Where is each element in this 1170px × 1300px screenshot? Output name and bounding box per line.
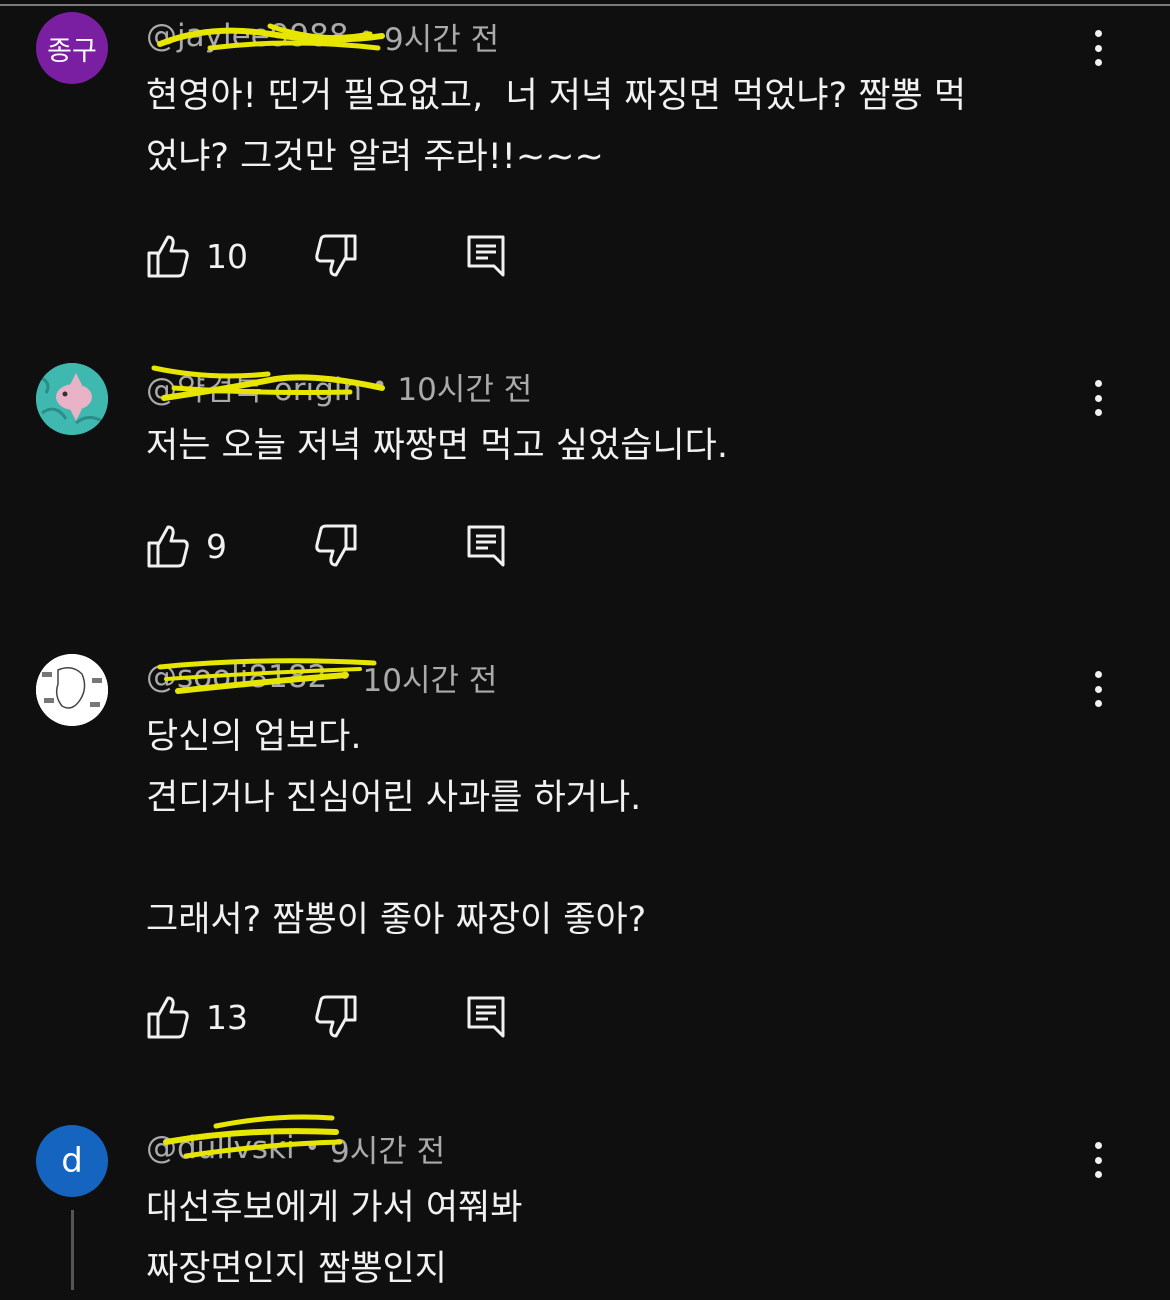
reply-button[interactable] (466, 231, 506, 281)
thumbs-up-icon (147, 235, 189, 278)
dislike-button[interactable] (314, 521, 358, 571)
avatar[interactable]: d (36, 1125, 108, 1197)
avatar[interactable] (36, 363, 108, 435)
author-handle[interactable]: @jaylee9988 (146, 18, 349, 54)
meta-separator: • (372, 371, 388, 401)
like-count: 13 (206, 997, 248, 1037)
reply-icon (467, 996, 505, 1038)
thumbs-up-icon (147, 525, 189, 568)
like-count: 10 (206, 236, 248, 276)
avatar-initials: 종구 (47, 35, 97, 67)
sunfish-avatar-image (36, 363, 108, 435)
comment-meta: @dullvski • 9시간 전 (146, 1126, 445, 1170)
thumbs-up-icon (147, 996, 189, 1039)
reply-button[interactable] (466, 992, 506, 1042)
comment-text: 당신의 업보다. 견디거나 진심어린 사과를 하거나. 그래서? 짬뽕이 좋아 … (146, 707, 1086, 951)
map-avatar-image (36, 654, 108, 726)
like-button[interactable]: 13 (146, 992, 248, 1042)
comment-line: 었냐? 그것만 알려 주라!!~~~ (146, 137, 604, 177)
comment-text: 저는 오늘 저녁 짜짱면 먹고 싶었습니다. (146, 416, 1086, 477)
comment-line: 그래서? 짬뽕이 좋아 짜장이 좋아? (146, 900, 647, 940)
comment-text: 현영아! 띤거 필요없고, 너 저녁 짜징면 먹었냐? 짬뽕 먹 었냐? 그것만… (146, 66, 1086, 188)
more-vert-icon[interactable] (1082, 24, 1114, 72)
like-button[interactable]: 10 (146, 231, 248, 281)
author-handle[interactable]: @sooli8182 (146, 659, 327, 695)
avatar-initials: d (61, 1141, 83, 1181)
comment-line: 현영아! 띤거 필요없고, 너 저녁 짜징면 먹었냐? 짬뽕 먹 (146, 76, 967, 116)
more-vert-icon[interactable] (1082, 374, 1114, 422)
more-vert-icon[interactable] (1082, 1136, 1114, 1184)
top-divider (0, 0, 1170, 6)
avatar[interactable] (36, 654, 108, 726)
comment-line: 짜장면인지 짬뽕인지 (146, 1249, 447, 1289)
comment-meta: @jaylee9988 • 9시간 전 (146, 14, 499, 58)
comment-line (146, 829, 1086, 890)
meta-separator: • (337, 662, 353, 692)
thumbs-down-icon (315, 234, 357, 277)
thumbs-down-icon (315, 995, 357, 1038)
avatar[interactable]: 종구 (36, 12, 108, 84)
author-handle[interactable]: @dullvski (146, 1130, 295, 1166)
comment-time: 9시간 전 (329, 1133, 446, 1170)
more-vert-icon[interactable] (1082, 665, 1114, 713)
thumbs-down-icon (315, 524, 357, 567)
author-handle[interactable]: @약검특-origin (146, 364, 362, 409)
reply-icon (467, 525, 505, 567)
thread-line (71, 1210, 74, 1290)
meta-separator: • (358, 21, 374, 51)
like-button[interactable]: 9 (146, 521, 227, 571)
comment-line: 대선후보에게 가서 여쭤봐 (146, 1188, 523, 1228)
comment-line: 저는 오늘 저녁 짜짱면 먹고 싶었습니다. (146, 426, 728, 466)
comment-time: 10시간 전 (397, 371, 533, 408)
dislike-button[interactable] (314, 992, 358, 1042)
like-count: 9 (206, 526, 227, 566)
comment-time: 9시간 전 (383, 21, 500, 58)
comment-text: 대선후보에게 가서 여쭤봐 짜장면인지 짬뽕인지 (146, 1178, 1086, 1300)
comment-line: 당신의 업보다. (146, 717, 362, 757)
meta-separator: • (304, 1133, 320, 1163)
comment-line: 견디거나 진심어린 사과를 하거나. (146, 778, 642, 818)
reply-icon (467, 235, 505, 277)
comment-time: 10시간 전 (362, 662, 498, 699)
dislike-button[interactable] (314, 231, 358, 281)
reply-button[interactable] (466, 521, 506, 571)
comment-meta: @sooli8182 • 10시간 전 (146, 655, 497, 699)
comment-meta: @약검특-origin • 10시간 전 (146, 364, 532, 408)
